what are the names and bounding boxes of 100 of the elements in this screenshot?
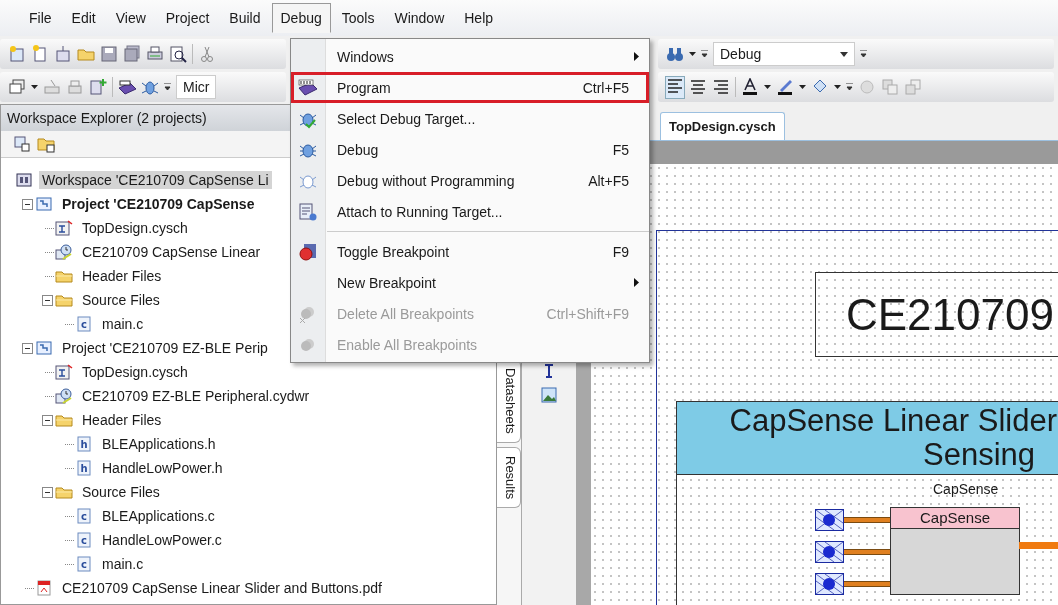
menu-item[interactable]: New Breakpoint [291,267,649,298]
image-icon[interactable] [540,386,558,404]
dropdown-arrow-icon[interactable] [840,51,848,57]
components-icon[interactable] [13,135,31,153]
collapse-toggle[interactable] [22,342,33,354]
caret-icon[interactable] [799,85,806,89]
tree-item[interactable]: Project 'CE210709 EZ-BLE Perip [59,339,271,357]
panel-title: Workspace Explorer (2 projects) [7,110,207,126]
menu-item[interactable]: Help [455,3,503,33]
side-tab[interactable]: Results [497,446,521,509]
tree-item[interactable]: Header Files [79,411,165,429]
menu-item[interactable]: Debug [271,3,331,33]
folder-icon [55,292,73,308]
font-color-icon[interactable] [741,78,759,96]
component-label: CapSense [933,481,999,497]
caret-icon[interactable] [764,85,771,89]
tree-item[interactable]: HandleLowPower.h [99,459,226,477]
chip-icon[interactable] [118,78,136,96]
tree-item[interactable]: main.c [99,315,147,333]
pin-icon[interactable] [815,573,844,595]
copy-add-icon[interactable] [89,78,107,96]
menu-item[interactable]: Build [220,3,270,33]
c-file-icon: c [77,508,91,524]
tree-item[interactable]: CE210709 CapSense Linear [79,243,264,261]
tree-item[interactable]: CE210709 EZ-BLE Peripheral.cydwr [79,387,313,405]
toolbar-grip-icon[interactable] [860,50,867,58]
schematic-icon [55,364,73,380]
schematic-icon [55,220,73,236]
project-icon [36,196,52,212]
pin-icon[interactable] [815,509,844,531]
collapse-toggle[interactable] [22,198,33,210]
submenu-arrow-icon [634,52,639,61]
caret-icon[interactable] [31,85,38,89]
toolbar-grip-icon[interactable] [164,83,171,91]
document-tab[interactable]: TopDesign.cysch [660,112,785,140]
menu-item[interactable]: Project [156,3,219,33]
breakpoint-icon [298,241,318,262]
wire [844,581,890,587]
scissors-icon[interactable] [198,45,216,63]
caret-icon[interactable] [689,52,696,56]
configuration-combo[interactable]: Debug [713,42,855,66]
menu-item[interactable]: Debug F5 [291,134,649,165]
wire [844,517,890,523]
project-icon [36,340,52,356]
menu-item[interactable]: Attach to Running Target... [291,196,649,227]
title-block: CE210709 [815,272,1058,357]
tree-item[interactable]: TopDesign.cysch [79,363,191,381]
submenu-arrow-icon [634,278,639,287]
menu-item[interactable]: Debug without Programming Alt+F5 [291,165,649,196]
chip-icon [297,77,319,98]
collapse-toggle[interactable] [42,294,53,306]
print-preview-icon[interactable] [169,45,187,63]
menu-item[interactable]: File [20,3,61,33]
toolbar-grip-icon[interactable] [846,83,853,91]
menu-item[interactable]: Tools [332,3,384,33]
tree-item[interactable]: Source Files [79,291,163,309]
h-file-icon: h [77,436,91,452]
tree-item[interactable]: Source Files [79,483,163,501]
capsense-component[interactable]: CapSense [890,507,1020,595]
c-file-icon: c [77,316,91,332]
menu-item[interactable]: Select Debug Target... [291,103,649,134]
save-all-icon[interactable] [123,45,141,63]
bug-icon[interactable] [141,78,159,96]
toolbar-grip-icon[interactable] [701,50,708,58]
tree-item[interactable]: BLEApplications.c [99,507,218,525]
tree-item[interactable]: BLEApplications.h [99,435,219,453]
tree-item[interactable]: CE210709 CapSense Linear Slider and Buttons.pdf [59,579,385,597]
workspace-icon [16,172,32,188]
print-icon[interactable] [146,45,164,63]
tree-item[interactable]: Header Files [79,267,165,285]
menu-item[interactable]: Program Ctrl+F5 [291,72,649,103]
tree-item[interactable]: Project 'CE210709 CapSense [59,195,258,213]
clock-document-icon [55,244,73,260]
menu-item[interactable]: View [106,3,155,33]
menu-item[interactable]: Windows [291,41,649,72]
align-left-icon[interactable] [666,76,684,95]
align-right-icon[interactable] [712,78,730,96]
tree-item[interactable]: TopDesign.cysch [79,219,191,237]
menu-item[interactable]: Edit [62,3,105,33]
document-gear-icon [298,201,318,222]
tree-item[interactable]: main.c [99,555,147,573]
menu-item[interactable]: Window [385,3,454,33]
collapse-toggle[interactable] [42,414,53,426]
new-file-icon[interactable] [31,45,49,63]
clock-document-icon [55,388,73,404]
windows-icon[interactable] [8,78,26,96]
wire [844,549,890,555]
device-combo[interactable]: Micr [176,75,217,99]
pen-icon[interactable] [776,78,794,96]
folder-view-icon[interactable] [37,135,55,153]
save-icon[interactable] [100,45,118,63]
tree-item[interactable]: HandleLowPower.c [99,531,225,549]
collapse-toggle[interactable] [42,486,53,498]
menu-item[interactable]: Toggle Breakpoint F9 [291,236,649,267]
tree-item[interactable]: Workspace 'CE210709 CapSense Li [39,171,272,189]
caret-icon[interactable] [834,85,841,89]
add-item-icon[interactable] [54,45,72,63]
pin-icon[interactable] [815,541,844,563]
align-center-icon[interactable] [689,78,707,96]
binoculars-icon[interactable] [666,45,684,63]
